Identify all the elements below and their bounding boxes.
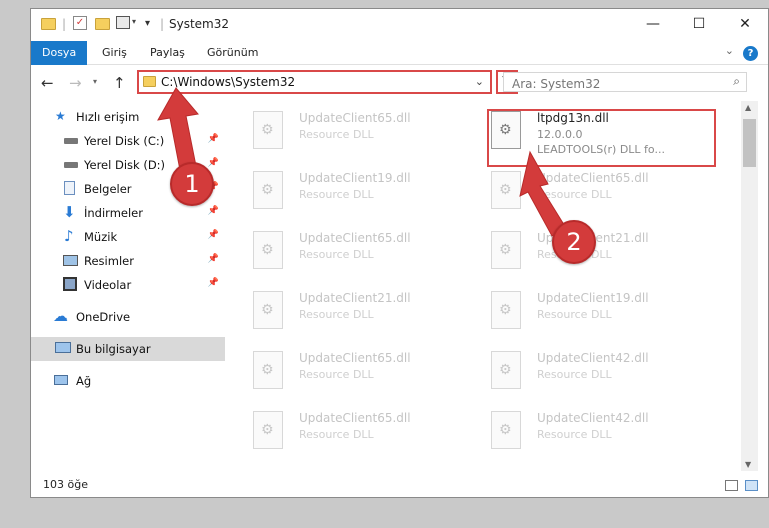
arrow-1 xyxy=(157,87,199,171)
arrow-2 xyxy=(519,150,567,237)
callout-arrows xyxy=(157,87,567,237)
callout-badge-2: 2 xyxy=(552,220,596,264)
callout-badge-1: 1 xyxy=(170,162,214,206)
